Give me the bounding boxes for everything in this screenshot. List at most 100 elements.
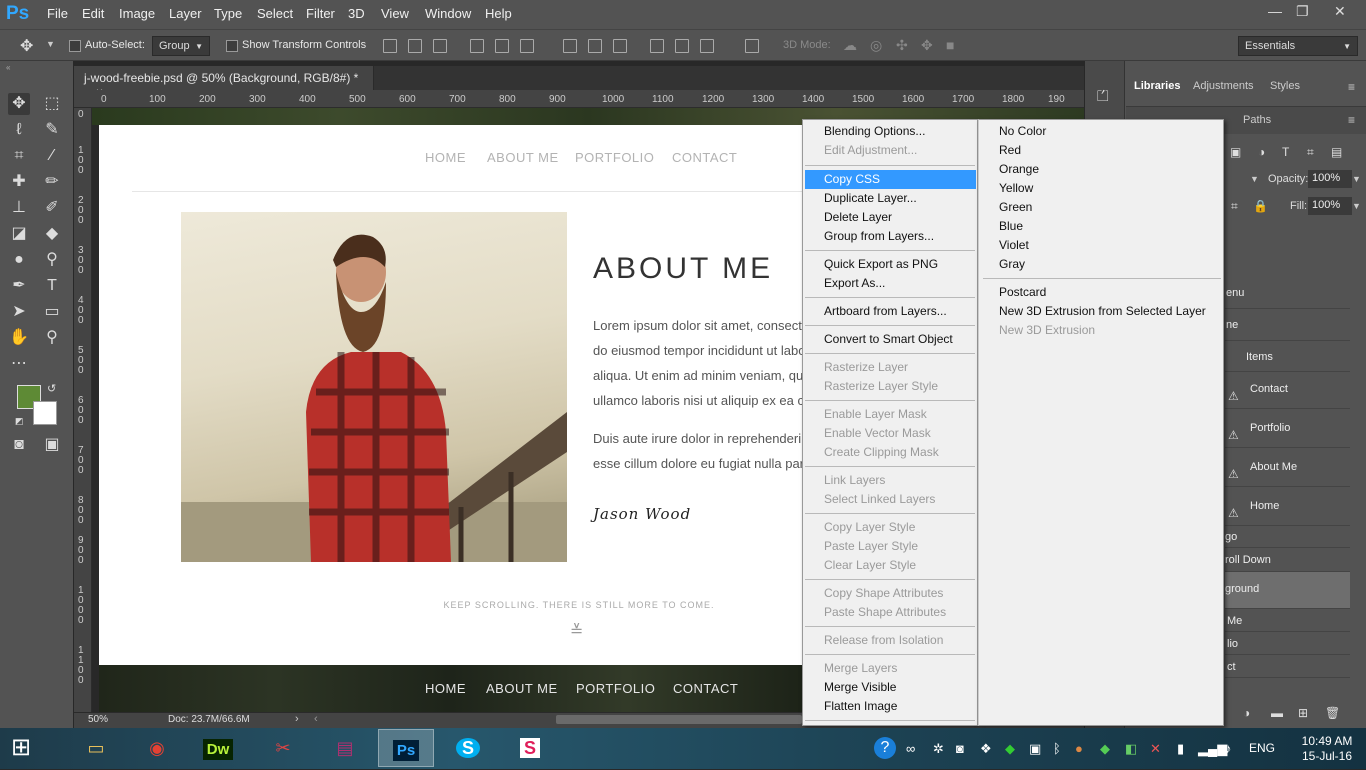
clock[interactable]: 10:49 AM 15-Jul-16 [1292,734,1362,764]
collapse-icon[interactable]: « [6,63,10,72]
brush-tool-icon[interactable]: ✏ [41,171,63,193]
marquee-tool-icon[interactable]: ⬚ [41,93,63,115]
align-right-icon[interactable] [520,39,534,53]
hand-tool-icon[interactable]: ✋ [8,327,30,349]
history-brush-icon[interactable]: ✐ [41,197,63,219]
menu-item-flatten-image[interactable]: Flatten Image [824,697,897,716]
menu-item-convert-smart-object[interactable]: Convert to Smart Object [824,330,953,349]
new-layer-icon[interactable]: ⊞ [1298,706,1308,720]
menu-item-artboard-from-layers[interactable]: Artboard from Layers... [824,302,947,321]
shield-icon[interactable]: ◆ [1005,741,1015,757]
paint-bucket-icon[interactable]: ◆ [41,223,63,245]
new-group-icon[interactable]: ▬ [1271,706,1283,720]
distribute-vcenter-icon[interactable] [588,39,602,53]
chevron-down-icon[interactable]: ▼ [1352,201,1361,211]
dropbox-icon[interactable]: ❖ [980,741,992,757]
scroll-left-icon[interactable]: ‹ [314,713,318,725]
menu-select[interactable]: Select [257,6,293,21]
layer-row[interactable]: Portfolio [1225,411,1350,448]
menu-view[interactable]: View [381,6,409,21]
quick-mask-icon[interactable]: ◙ [8,434,30,456]
menu-item-export-as[interactable]: Export As... [824,274,885,293]
menu-item-violet[interactable]: Violet [999,236,1029,255]
dodge-tool-icon[interactable]: ⚲ [41,249,63,271]
layer-row[interactable]: Home [1225,489,1350,526]
menu-item-duplicate-layer[interactable]: Duplicate Layer... [824,189,917,208]
windows-start-icon[interactable]: ⊞ [11,733,31,762]
language-indicator[interactable]: ENG [1249,741,1275,755]
lock-position-icon[interactable]: ⌗ [1231,199,1238,214]
menu-filter[interactable]: Filter [306,6,335,21]
menu-window[interactable]: Window [425,6,471,21]
menu-item-group-from-layers[interactable]: Group from Layers... [824,227,934,246]
type-tool-icon[interactable]: T [41,275,63,297]
type-filter-icon[interactable]: T [1282,145,1289,159]
image-filter-icon[interactable]: ▣ [1230,145,1241,159]
menu-item-gray[interactable]: Gray [999,255,1025,274]
crop-tool-icon[interactable]: ⌗ [8,145,30,167]
close-window-icon[interactable]: ✕ [1334,3,1346,20]
move-tool-icon[interactable]: ✥ [20,36,33,56]
panel-menu-icon[interactable]: ≡ [1348,80,1355,94]
taskbar-app-winrar[interactable]: ▤ [317,729,373,767]
battery-icon[interactable]: ▮ [1177,741,1184,757]
layer-row[interactable]: Items [1225,344,1350,372]
menu-item-3d-extrusion-selected[interactable]: New 3D Extrusion from Selected Layer [999,302,1206,321]
tab-adjustments[interactable]: Adjustments [1193,80,1254,92]
menu-item-postcard[interactable]: Postcard [999,283,1046,302]
chevron-down-icon[interactable]: ▼ [46,39,55,49]
adjustment-filter-icon[interactable]: ◑ [1258,145,1265,159]
menu-item-yellow[interactable]: Yellow [999,179,1033,198]
menu-item-orange[interactable]: Orange [999,160,1039,179]
distribute-bottom-icon[interactable] [613,39,627,53]
align-left-icon[interactable] [470,39,484,53]
history-icon[interactable]: ⏍ [1097,88,1108,105]
opacity-input[interactable]: 100% [1308,170,1352,188]
distribute-top-icon[interactable] [563,39,577,53]
horizontal-scrollbar[interactable] [556,715,802,724]
menu-layer[interactable]: Layer [169,6,202,21]
taskbar-app-chrome[interactable]: ◉ [129,729,185,767]
layer-row[interactable]: roll Down [1225,550,1350,572]
align-vcenter-icon[interactable] [408,39,422,53]
menu-item-copy-css[interactable]: Copy CSS [824,170,880,189]
fill-input[interactable]: 100% [1308,197,1352,215]
menu-item-merge-visible[interactable]: Merge Visible [824,678,896,697]
align-top-icon[interactable] [383,39,397,53]
rectangle-tool-icon[interactable]: ▭ [41,301,63,323]
document-tab[interactable]: j-wood-freebie.psd @ 50% (Background, RG… [74,66,374,99]
align-hcenter-icon[interactable] [495,39,509,53]
distribute-right-icon[interactable] [700,39,714,53]
taskbar-app-photoshop[interactable]: Ps [378,729,434,767]
zoom-tool-icon[interactable]: ⚲ [41,327,63,349]
blur-tool-icon[interactable]: ● [8,249,30,271]
layer-row[interactable]: ct [1225,658,1350,678]
cloud-icon[interactable]: ● [1075,741,1083,756]
stamp-tool-icon[interactable]: ⊥ [8,197,30,219]
tab-styles[interactable]: Styles [1270,80,1300,92]
taskbar-app-slack[interactable]: S [502,729,558,767]
layer-row[interactable]: Contact [1225,372,1350,409]
layer-row[interactable]: lio [1225,635,1350,655]
chevron-down-icon[interactable]: ▼ [1352,174,1361,184]
path-select-icon[interactable]: ➤ [8,301,30,323]
eyedropper-tool-icon[interactable]: ⁄ [41,145,63,167]
device-icon[interactable]: ◙ [956,741,964,756]
auto-select-checkbox[interactable] [69,40,81,52]
swap-colors-icon[interactable]: ↺ [47,382,56,395]
taskbar-app-file-explorer[interactable]: ▭ [68,729,124,767]
background-color-swatch[interactable] [33,401,57,425]
menu-item-quick-export[interactable]: Quick Export as PNG [824,255,938,274]
chevron-down-icon[interactable]: ▼ [1250,174,1259,184]
tab-libraries[interactable]: Libraries [1134,80,1180,92]
app-tray-icon[interactable]: ▣ [1029,741,1041,757]
lasso-tool-icon[interactable]: ℓ [8,119,30,141]
bluetooth-icon[interactable]: ᛒ [1053,741,1061,756]
layer-row-selected[interactable]: ground [1225,572,1350,609]
menu-item-delete-layer[interactable]: Delete Layer [824,208,892,227]
panel-menu-icon[interactable]: ≡ [1348,113,1355,127]
menu-3d[interactable]: 3D [348,6,365,21]
layer-row[interactable]: About Me [1225,450,1350,487]
workspace-dropdown[interactable]: Essentials ▼ [1238,36,1358,56]
default-colors-icon[interactable]: ◩ [15,416,24,427]
